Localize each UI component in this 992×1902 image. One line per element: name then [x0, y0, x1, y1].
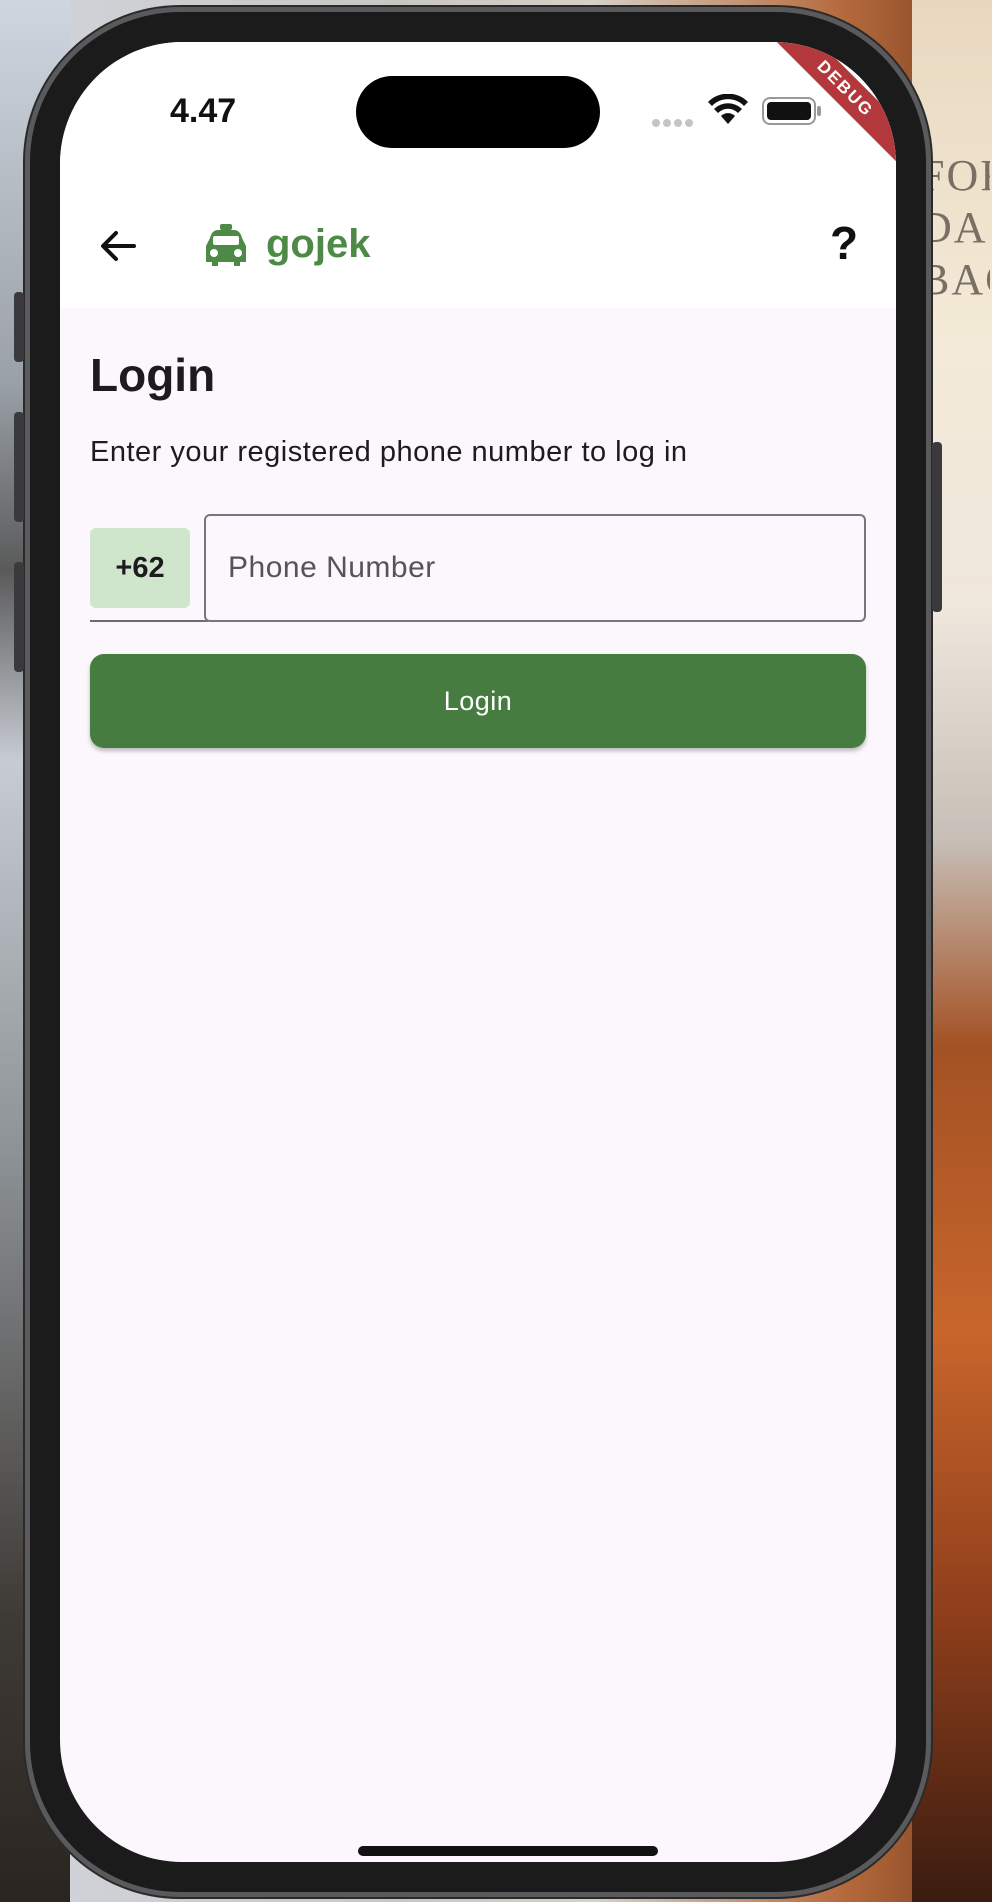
status-time: 4.47 — [170, 92, 237, 130]
login-instructions: Enter your registered phone number to lo… — [90, 436, 688, 468]
app-screen: 4.47 DEBUG gojek ? Login Enter your regi… — [60, 42, 896, 1862]
country-code-underline — [90, 620, 208, 622]
status-bar: 4.47 DEBUG — [60, 42, 896, 182]
app-bar: gojek ? — [60, 182, 896, 308]
page-title: Login — [90, 349, 216, 401]
back-arrow-icon[interactable] — [96, 224, 140, 268]
home-indicator[interactable] — [358, 1846, 658, 1856]
phone-volume-up — [14, 412, 24, 522]
cellular-signal-icon — [652, 114, 698, 127]
brand-logo-text: gojek — [266, 222, 371, 266]
wifi-icon — [708, 94, 748, 124]
phone-side-button — [14, 292, 24, 362]
phone-power-button — [932, 442, 942, 612]
dynamic-island — [356, 76, 600, 148]
car-icon — [206, 224, 246, 266]
background-poster-art: FORDABAG — [920, 151, 990, 304]
battery-icon — [762, 97, 821, 125]
phone-volume-down — [14, 562, 24, 672]
country-code-chip[interactable]: +62 — [90, 528, 190, 608]
login-button[interactable]: Login — [90, 654, 866, 748]
phone-number-input[interactable] — [204, 514, 866, 622]
help-icon[interactable]: ? — [822, 216, 866, 272]
phone-frame: 4.47 DEBUG gojek ? Login Enter your regi… — [14, 12, 942, 1892]
